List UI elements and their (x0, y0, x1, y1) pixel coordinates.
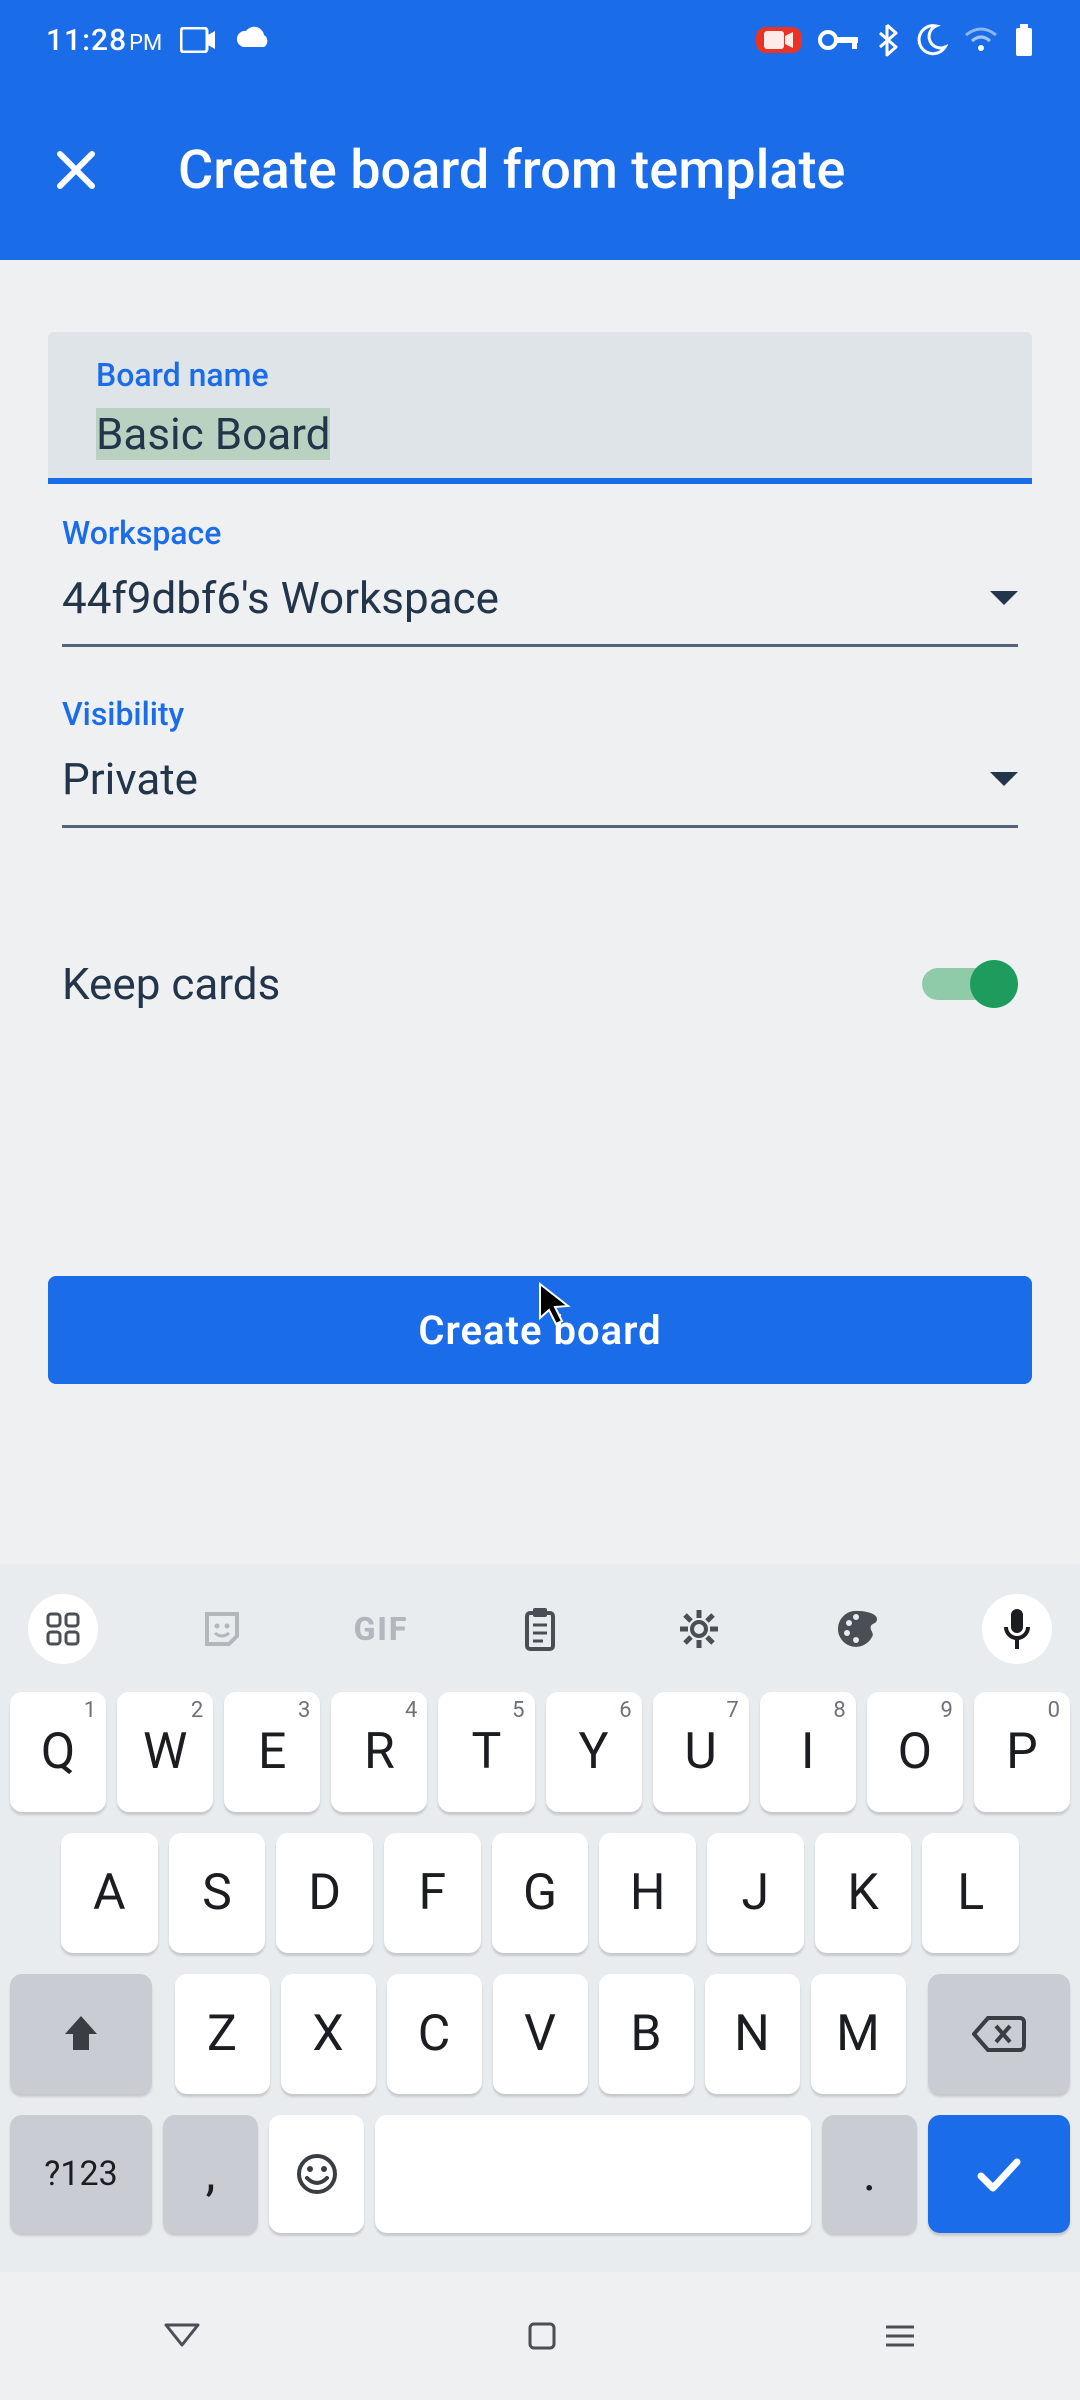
workspace-field: Workspace 44f9dbf6's Workspace (48, 514, 1032, 647)
key-w[interactable]: W2 (117, 1692, 213, 1812)
keyboard-row-2: A S D F G H J K L (10, 1833, 1070, 1953)
key-emoji[interactable] (269, 2115, 364, 2233)
key-d[interactable]: D (276, 1833, 373, 1953)
nav-home-button[interactable] (526, 2320, 558, 2352)
workspace-label: Workspace (62, 514, 1018, 552)
bluetooth-icon (876, 23, 898, 57)
gear-icon (676, 1606, 722, 1652)
key-enter[interactable] (928, 2115, 1070, 2233)
key-y[interactable]: Y6 (546, 1692, 642, 1812)
board-name-field[interactable]: Board name Basic Board (48, 332, 1032, 484)
sticker-button[interactable] (187, 1594, 257, 1664)
key-s[interactable]: S (169, 1833, 266, 1953)
keyboard-toolbar: GIF (0, 1584, 1080, 1692)
keep-cards-row: Keep cards (48, 958, 1032, 1010)
theme-button[interactable] (823, 1594, 893, 1664)
status-bar: 11:28PM (0, 0, 1080, 80)
status-ampm: PM (129, 31, 162, 56)
keyboard-apps-button[interactable] (28, 1594, 98, 1664)
record-icon (756, 27, 802, 53)
key-l[interactable]: L (922, 1833, 1019, 1953)
check-icon (973, 2154, 1025, 2194)
palette-icon (834, 1605, 882, 1653)
visibility-value: Private (62, 753, 198, 805)
key-v[interactable]: V (493, 1974, 588, 2094)
chevron-down-icon (990, 772, 1018, 786)
workspace-dropdown[interactable]: 44f9dbf6's Workspace (62, 572, 1018, 647)
mic-icon (1002, 1607, 1032, 1651)
key-f[interactable]: F (384, 1833, 481, 1953)
moon-icon (914, 23, 948, 57)
keep-cards-label: Keep cards (62, 958, 280, 1010)
key-j[interactable]: J (707, 1833, 804, 1953)
mic-button[interactable] (982, 1594, 1052, 1664)
key-q[interactable]: Q1 (10, 1692, 106, 1812)
nav-back-button[interactable] (162, 2321, 202, 2351)
create-board-form: Board name Basic Board Workspace 44f9dbf… (0, 260, 1080, 1384)
key-k[interactable]: K (815, 1833, 912, 1953)
key-t[interactable]: T5 (438, 1692, 534, 1812)
key-backspace[interactable] (928, 1974, 1070, 2094)
key-b[interactable]: B (599, 1974, 694, 2094)
clipboard-icon (519, 1605, 561, 1653)
nav-recents-button[interactable] (882, 2322, 918, 2350)
menu-icon (882, 2322, 918, 2350)
gif-button[interactable]: GIF (346, 1594, 416, 1664)
board-name-label: Board name (96, 356, 984, 394)
key-o[interactable]: O9 (867, 1692, 963, 1812)
key-c[interactable]: C (387, 1974, 482, 2094)
key-m[interactable]: M (811, 1974, 906, 2094)
clipboard-button[interactable] (505, 1594, 575, 1664)
key-numbers[interactable]: ?123 (10, 2115, 152, 2233)
keyboard-row-1: Q1 W2 E3 R4 T5 Y6 U7 I8 O9 P0 (10, 1692, 1070, 1812)
key-r[interactable]: R4 (331, 1692, 427, 1812)
key-z[interactable]: Z (175, 1974, 270, 2094)
backspace-icon (972, 2014, 1026, 2054)
key-shift[interactable] (10, 1974, 152, 2094)
vpn-key-icon (818, 28, 860, 52)
settings-button[interactable] (664, 1594, 734, 1664)
sticker-icon (199, 1606, 245, 1652)
keyboard-row-4: ?123 , . (10, 2115, 1070, 2233)
key-g[interactable]: G (492, 1833, 589, 1953)
key-i[interactable]: I8 (760, 1692, 856, 1812)
app-bar: Create board from template (0, 80, 1080, 260)
board-name-input[interactable]: Basic Board (96, 408, 330, 460)
keyboard-row-3: Z X C V B N M (10, 1974, 1070, 2094)
visibility-dropdown[interactable]: Private (62, 753, 1018, 828)
key-u[interactable]: U7 (653, 1692, 749, 1812)
close-button[interactable] (46, 140, 106, 200)
visibility-label: Visibility (62, 695, 1018, 733)
square-icon (526, 2320, 558, 2352)
cloud-icon (234, 25, 274, 55)
key-e[interactable]: E3 (224, 1692, 320, 1812)
key-period[interactable]: . (822, 2115, 917, 2233)
wifi-icon (964, 27, 998, 53)
triangle-down-icon (162, 2321, 202, 2351)
key-comma[interactable]: , (163, 2115, 258, 2233)
keep-cards-toggle[interactable] (918, 959, 1018, 1009)
key-a[interactable]: A (61, 1833, 158, 1953)
system-nav-bar (0, 2272, 1080, 2400)
key-x[interactable]: X (281, 1974, 376, 2094)
status-time: 11:28PM (46, 23, 162, 58)
close-icon (52, 146, 100, 194)
camera-icon (180, 27, 216, 53)
keyboard: GIF Q1 W2 E3 R4 T5 Y6 U7 I8 O9 P0 A S (0, 1564, 1080, 2272)
emoji-icon (295, 2152, 339, 2196)
key-space[interactable] (375, 2115, 811, 2233)
shift-icon (61, 2012, 101, 2056)
cursor-icon (536, 1280, 572, 1332)
key-p[interactable]: P0 (974, 1692, 1070, 1812)
key-h[interactable]: H (599, 1833, 696, 1953)
chevron-down-icon (990, 591, 1018, 605)
grid-icon (44, 1610, 82, 1648)
page-title: Create board from template (178, 139, 845, 202)
battery-icon (1014, 24, 1034, 56)
key-n[interactable]: N (705, 1974, 800, 2094)
visibility-field: Visibility Private (48, 695, 1032, 828)
workspace-value: 44f9dbf6's Workspace (62, 572, 499, 624)
